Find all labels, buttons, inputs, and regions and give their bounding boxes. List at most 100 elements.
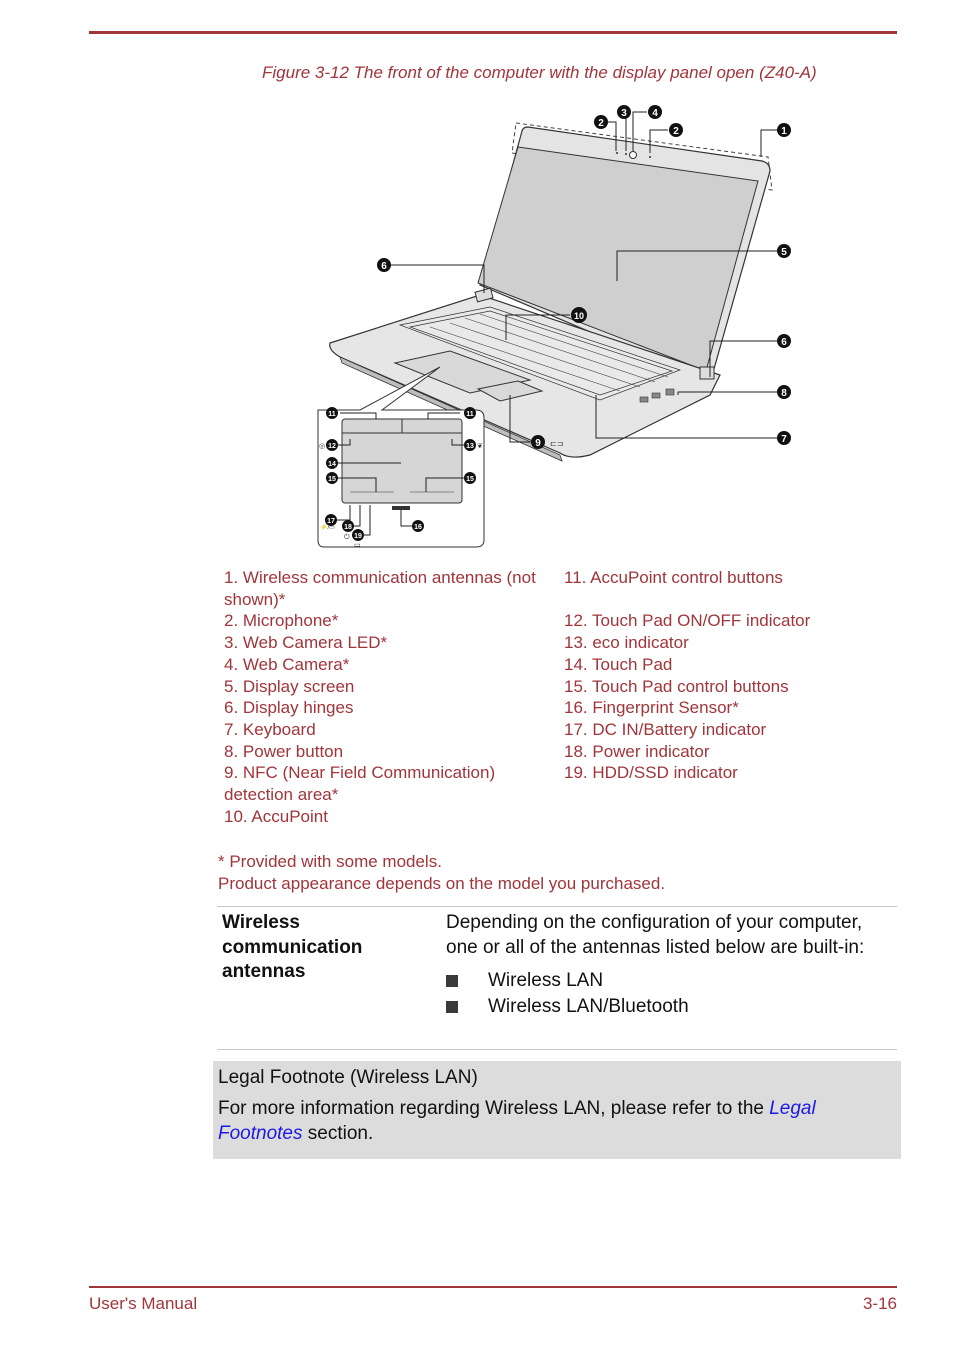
callout-19: 19	[352, 529, 364, 541]
legal-footnote-title: Legal Footnote (Wireless LAN)	[218, 1067, 478, 1088]
svg-text:13: 13	[466, 443, 474, 450]
svg-text:15: 15	[466, 476, 474, 483]
svg-text:18: 18	[344, 524, 352, 531]
figure-notes: * Provided with some models. Product app…	[218, 851, 665, 895]
callout-3: 3	[617, 105, 631, 119]
footer-rule	[89, 1286, 897, 1288]
legend-item: 9. NFC (Near Field Communication) detect…	[224, 763, 496, 805]
legend-item: 14. Touch Pad	[564, 654, 673, 674]
legend-right: 11. AccuPoint control buttons 12. Touch …	[564, 567, 894, 784]
touchpad-indicator-icon: ◎	[319, 443, 325, 450]
svg-text:2: 2	[673, 126, 679, 137]
callout-16: 16	[412, 520, 424, 532]
callout-15b: 15	[464, 472, 476, 484]
legend-item: 10. AccuPoint	[224, 806, 328, 826]
power-icon: ⏻	[344, 533, 350, 541]
hdd-icon: ▭	[354, 542, 361, 549]
svg-text:2: 2	[598, 118, 604, 129]
legend-item: 18. Power indicator	[564, 741, 710, 761]
legend-item: 5. Display screen	[224, 676, 355, 696]
definition-table: Wireless communication antennas Dependin…	[217, 906, 897, 1050]
callout-5: 5	[777, 244, 791, 258]
svg-text:1: 1	[781, 126, 787, 137]
legend-item: 7. Keyboard	[224, 719, 316, 739]
callout-8: 8	[777, 385, 791, 399]
svg-text:3: 3	[621, 108, 627, 119]
eco-icon: ❦	[477, 443, 483, 450]
svg-text:14: 14	[328, 461, 336, 468]
legend-item: 6. Display hinges	[224, 698, 354, 718]
legend-item: 15. Touch Pad control buttons	[564, 676, 789, 696]
svg-text:10: 10	[574, 311, 584, 321]
page-number: 3-16	[862, 1294, 897, 1313]
hinge-right	[699, 366, 715, 380]
callout-14: 14	[326, 457, 338, 469]
svg-text:4: 4	[652, 108, 658, 119]
svg-text:19: 19	[354, 533, 362, 540]
legend-spacer	[564, 589, 894, 611]
callout-18: 18	[342, 520, 354, 532]
svg-text:12: 12	[328, 443, 336, 450]
callout-2a: 2	[594, 115, 608, 129]
square-bullet-icon	[446, 1001, 458, 1013]
definition-term: Wireless communication antennas	[222, 912, 363, 982]
callout-10: 10	[571, 307, 587, 323]
header-rule	[89, 31, 897, 34]
callout-11a: 11	[326, 407, 338, 419]
svg-text:9: 9	[535, 438, 541, 449]
list-item: Wireless LAN	[446, 968, 896, 994]
figure-caption: Figure 3-12 The front of the computer wi…	[262, 63, 817, 82]
svg-text:6: 6	[381, 261, 387, 272]
laptop-figure: 2 3 4 2 1 5 6 10 6 8 7 9 11 11 12 13 14 …	[300, 95, 820, 555]
callout-6b: 6	[777, 334, 791, 348]
web-camera	[629, 151, 637, 159]
svg-text:6: 6	[781, 337, 787, 348]
web-camera-led	[625, 153, 627, 155]
legend-item: 2. Microphone*	[224, 611, 339, 631]
square-bullet-icon	[446, 975, 458, 987]
legend-item: 1. Wireless communication antennas (not …	[224, 568, 536, 609]
note-provided-models: * Provided with some models.	[218, 852, 442, 871]
legal-footnote-box: Legal Footnote (Wireless LAN) For more i…	[213, 1061, 901, 1159]
legend-item: 3. Web Camera LED*	[224, 633, 388, 653]
legend-item: 11. AccuPoint control buttons	[564, 568, 783, 587]
definition-text: Depending on the configuration of your c…	[446, 912, 865, 958]
nfc-icon: ⊏⊐	[550, 439, 563, 448]
fingerprint-sensor	[392, 506, 410, 510]
callout-11b: 11	[464, 407, 476, 419]
callout-2b: 2	[669, 123, 683, 137]
svg-text:11: 11	[328, 411, 336, 418]
dc-in-battery-icon: ⚡/▭	[320, 523, 335, 531]
legend-item: 8. Power button	[224, 741, 344, 761]
svg-text:7: 7	[781, 434, 787, 445]
list-item: Wireless LAN/Bluetooth	[446, 994, 896, 1020]
footer-manual-title: User's Manual	[89, 1294, 198, 1313]
note-appearance: Product appearance depends on the model …	[218, 874, 666, 893]
legend-item: 17. DC IN/Battery indicator	[564, 719, 767, 739]
legend-item: 12. Touch Pad ON/OFF indicator	[564, 611, 811, 631]
legend-item: 16. Fingerprint Sensor*	[564, 698, 739, 718]
svg-text:5: 5	[781, 247, 787, 258]
callout-7: 7	[777, 431, 791, 445]
definition-description: Depending on the configuration of your c…	[446, 911, 896, 1020]
svg-text:8: 8	[781, 388, 787, 399]
legend-item: 19. HDD/SSD indicator	[564, 763, 738, 783]
microphone-right	[649, 156, 651, 158]
svg-text:17: 17	[327, 518, 335, 525]
callout-15a: 15	[326, 472, 338, 484]
callout-12: 12	[326, 439, 338, 451]
legend-item: 13. eco indicator	[564, 633, 689, 653]
antenna-list: Wireless LAN Wireless LAN/Bluetooth	[446, 968, 896, 1020]
callout-6a: 6	[377, 258, 391, 272]
legend-item: 4. Web Camera*	[224, 654, 350, 674]
legal-footnote-body: For more information regarding Wireless …	[218, 1098, 816, 1144]
svg-text:15: 15	[328, 476, 336, 483]
callout-4: 4	[648, 105, 662, 119]
legend-left: 1. Wireless communication antennas (not …	[224, 567, 544, 827]
callout-9: 9	[531, 435, 545, 449]
svg-text:11: 11	[466, 411, 474, 418]
microphone-left	[616, 152, 618, 154]
callout-13: 13	[464, 439, 476, 451]
callout-1: 1	[777, 123, 791, 137]
svg-text:16: 16	[414, 524, 422, 531]
